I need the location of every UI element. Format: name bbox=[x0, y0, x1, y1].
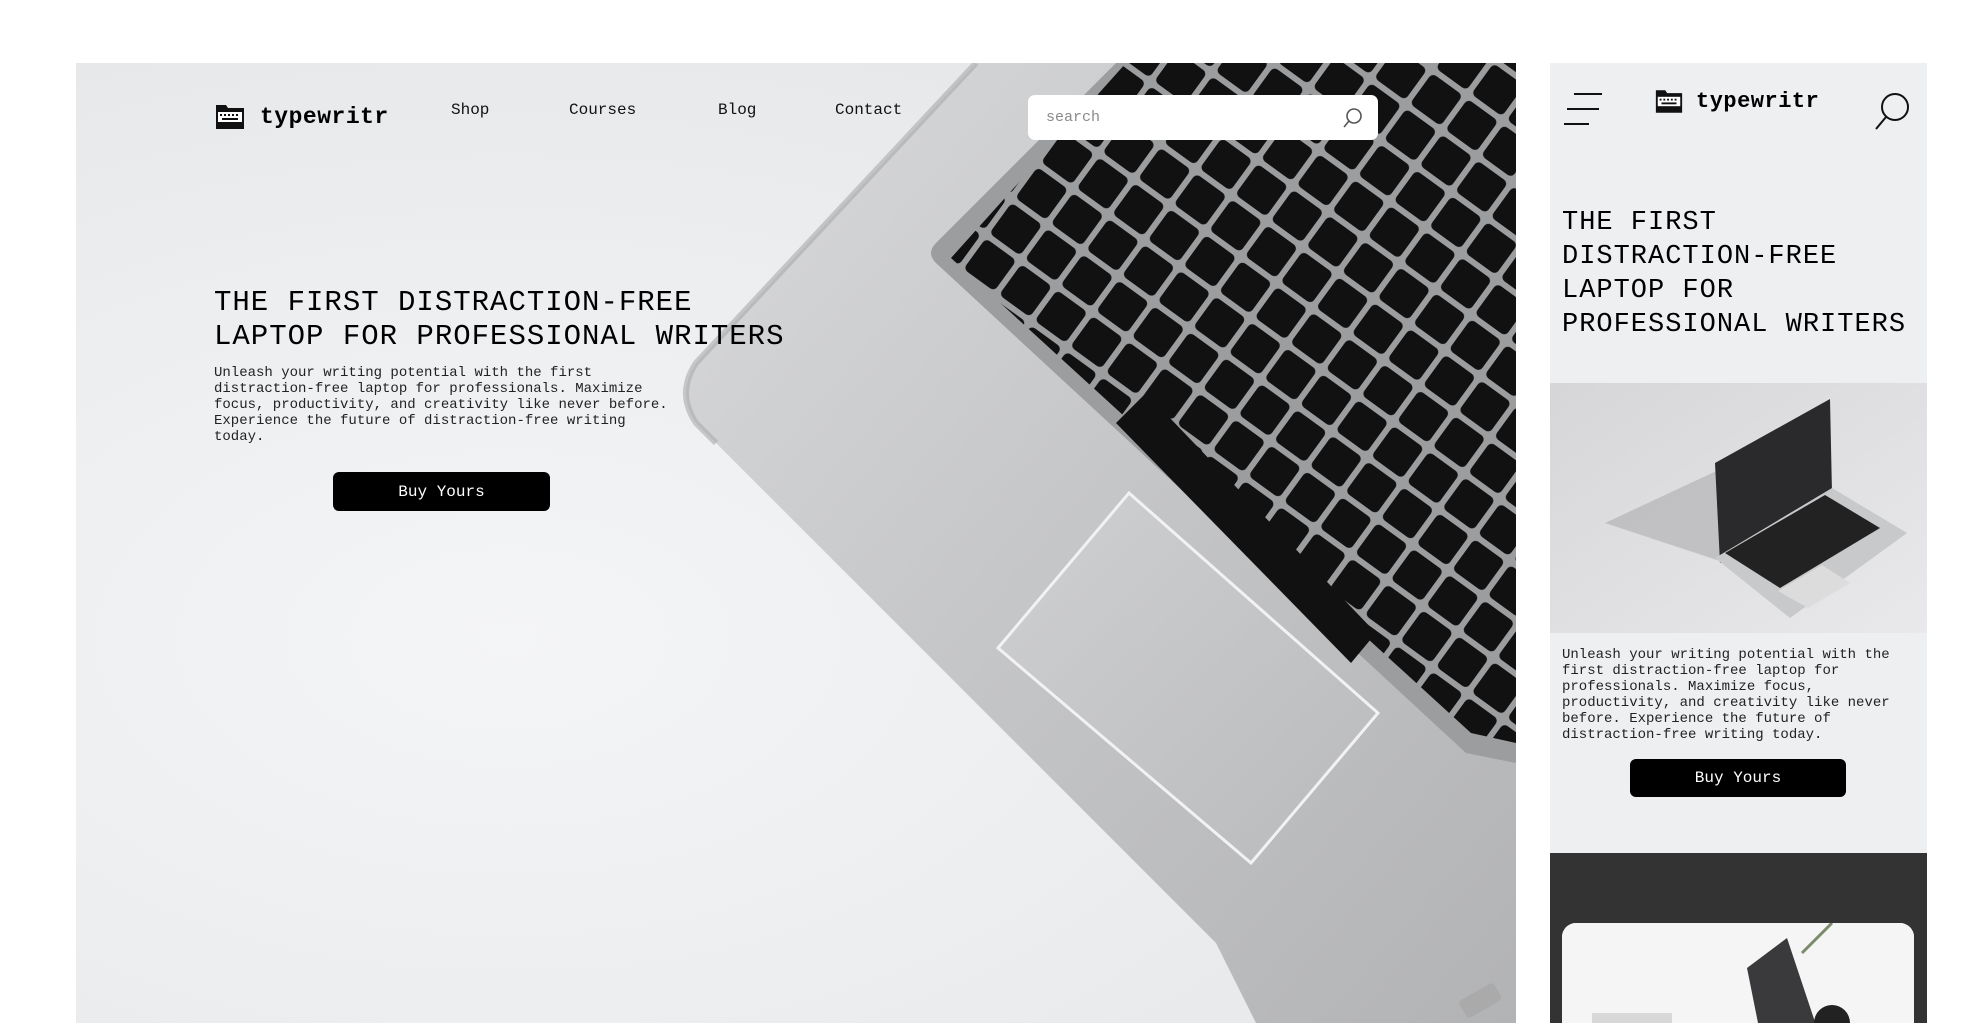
typewriter-icon bbox=[216, 105, 244, 129]
mobile-logo[interactable]: typewritr bbox=[1654, 88, 1819, 115]
product-card-image bbox=[1562, 923, 1914, 1023]
hamburger-menu-icon[interactable] bbox=[1563, 91, 1603, 127]
product-card bbox=[1562, 923, 1914, 1023]
laptop-photo bbox=[1550, 383, 1927, 633]
dark-section bbox=[1550, 853, 1927, 1023]
nav-blog[interactable]: Blog bbox=[718, 101, 756, 119]
mobile-frame: typewritr THE FIRST DISTRACTION-FREE LAP… bbox=[1550, 63, 1927, 1023]
nav-courses[interactable]: Courses bbox=[569, 101, 636, 119]
hero-title: THE FIRST DISTRACTION-FREE LAPTOP FOR PR… bbox=[214, 286, 785, 353]
search-icon[interactable] bbox=[1342, 107, 1364, 129]
desktop-frame: typewritr Shop Courses Blog Contact THE … bbox=[76, 63, 1516, 1023]
mobile-buy-button[interactable]: Buy Yours bbox=[1630, 759, 1846, 797]
nav-shop[interactable]: Shop bbox=[451, 101, 489, 119]
search-bar bbox=[1028, 95, 1378, 140]
mobile-hero-title: THE FIRST DISTRACTION-FREE LAPTOP FOR PR… bbox=[1562, 208, 1907, 340]
brand-name: typewritr bbox=[260, 104, 389, 130]
nav-contact[interactable]: Contact bbox=[835, 101, 902, 119]
mobile-hero-description: Unleash your writing potential with the … bbox=[1562, 647, 1890, 743]
laptop-hero-image bbox=[683, 63, 1516, 1023]
buy-button[interactable]: Buy Yours bbox=[333, 472, 550, 511]
logo[interactable]: typewritr bbox=[214, 103, 389, 131]
brand-name: typewritr bbox=[1696, 89, 1820, 114]
search-icon[interactable] bbox=[1874, 91, 1914, 131]
search-input[interactable] bbox=[1044, 108, 1342, 127]
hero-description: Unleash your writing potential with the … bbox=[214, 365, 668, 445]
typewriter-icon bbox=[1655, 90, 1683, 113]
